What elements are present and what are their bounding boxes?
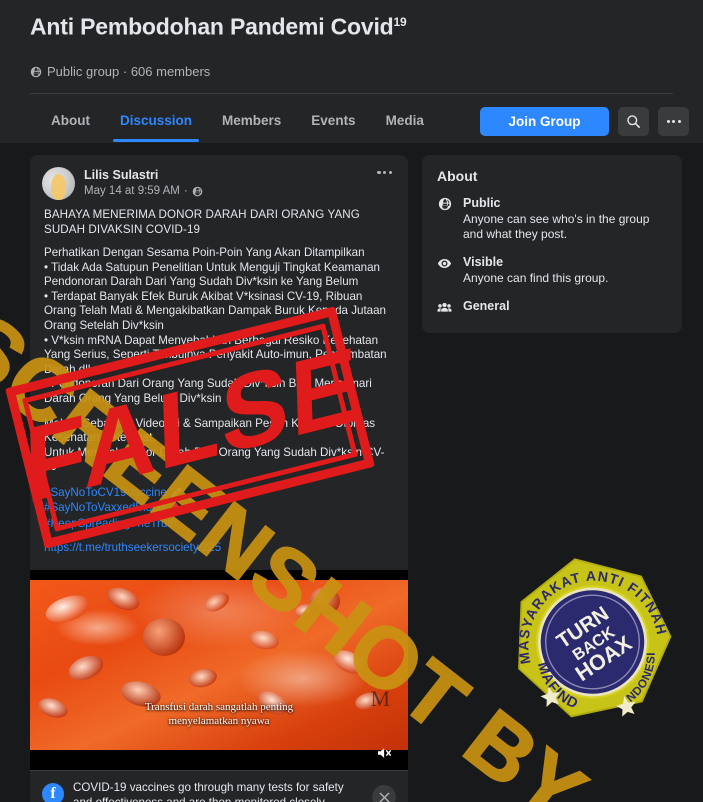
post-timestamp: May 14 at 9:59 AM · [84, 185, 203, 197]
group-meta-text: Public group · 606 members [47, 64, 211, 79]
hashtag-say-no-to-vaxxed-blood[interactable]: #SayNoToVaxxedBlood 🩸 [44, 500, 394, 516]
post-hashtags: #SayNoToCV19Vaccine 💉 #SayNoToVaxxedBloo… [44, 485, 394, 532]
post-external-link[interactable]: https://t.me/truthseekersociety/225 [44, 541, 394, 554]
close-button[interactable] [372, 785, 396, 802]
tab-about[interactable]: About [36, 104, 105, 142]
post-text-primary: Perhatikan Dengan Sesama Poin-Poin Yang … [44, 246, 387, 405]
ellipsis-icon [666, 120, 681, 123]
post-menu-button[interactable] [377, 171, 392, 175]
tab-discussion[interactable]: Discussion [105, 104, 207, 142]
about-public-label: Public [463, 196, 501, 210]
about-row-public: Public Anyone can see who's in the group… [437, 195, 667, 242]
more-options-button[interactable] [658, 107, 689, 136]
eye-icon [437, 256, 452, 271]
post-body: BAHAYA MENERIMA DONOR DARAH DARI ORANG Y… [30, 200, 408, 570]
about-general-block: General [463, 298, 510, 314]
tab-members[interactable]: Members [207, 104, 296, 142]
about-public-block: Public Anyone can see who's in the group… [463, 195, 667, 242]
header-divider [30, 93, 673, 94]
about-visible-desc: Anyone can find this group. [463, 271, 609, 285]
post-header: Lilis Sulastri May 14 at 9:59 AM · [30, 155, 408, 200]
video-thumbnail: Transfusi darah sangatlah penting menyel… [30, 580, 408, 751]
vaccine-info-message: COVID-19 vaccines go through many tests … [73, 781, 344, 802]
globe-icon [437, 197, 452, 211]
tab-media[interactable]: Media [371, 104, 439, 142]
post-card: Lilis Sulastri May 14 at 9:59 AM · BAHAY… [30, 155, 408, 802]
group-header: Anti Pembodohan Pandemi Covid19 Public g… [0, 0, 703, 143]
search-icon [627, 115, 640, 128]
vaccine-info-card: f COVID-19 vaccines go through many test… [30, 770, 408, 802]
people-icon [437, 300, 452, 315]
post-headline: BAHAYA MENERIMA DONOR DARAH DARI ORANG Y… [44, 208, 360, 236]
globe-icon [30, 66, 42, 77]
post-author-name[interactable]: Lilis Sulastri [84, 168, 203, 183]
avatar[interactable] [42, 167, 75, 200]
globe-icon [192, 186, 203, 196]
page-title: Anti Pembodohan Pandemi Covid19 [30, 10, 450, 40]
about-visible-label: Visible [463, 255, 504, 269]
join-group-button[interactable]: Join Group [480, 107, 609, 136]
group-name: Anti Pembodohan Pandemi Covid [30, 13, 394, 40]
about-row-visible: Visible Anyone can find this group. [437, 254, 667, 286]
about-general-label: General [463, 299, 510, 313]
about-title: About [437, 168, 478, 184]
group-tabs: About Discussion Members Events Media [36, 104, 439, 142]
facebook-icon: f [42, 783, 64, 802]
about-public-desc: Anyone can see who's in the group and wh… [463, 212, 650, 241]
post-separator: · [183, 185, 188, 197]
header-actions: Join Group [480, 107, 689, 136]
post-video[interactable]: Transfusi darah sangatlah penting menyel… [30, 570, 408, 771]
video-watermark: M [370, 686, 390, 712]
group-meta: Public group · 606 members [30, 64, 210, 79]
page-content: Lilis Sulastri May 14 at 9:59 AM · BAHAY… [0, 143, 703, 802]
close-icon [379, 792, 389, 802]
about-panel: About Public Anyone can see who's in the… [422, 155, 682, 333]
post-timestamp-text: May 14 at 9:59 AM [84, 185, 180, 197]
vaccine-info-text: COVID-19 vaccines go through many tests … [73, 781, 363, 802]
post-text-secondary: Mohon Sebarkan Video ini & Sampaikan Pes… [44, 416, 385, 474]
tab-events[interactable]: Events [296, 104, 370, 142]
about-visible-block: Visible Anyone can find this group. [463, 254, 608, 286]
facebook-group-page: Anti Pembodohan Pandemi Covid19 Public g… [0, 0, 703, 802]
search-button[interactable] [618, 107, 649, 136]
group-name-superscript: 19 [393, 15, 407, 29]
about-row-general: General [437, 298, 667, 315]
post-author-block: Lilis Sulastri May 14 at 9:59 AM · [84, 167, 203, 197]
hashtag-keep-spreading-the-truth[interactable]: #KeepSpreadingTheTruth [44, 516, 394, 532]
hashtag-say-no-to-cv19-vaccine[interactable]: #SayNoToCV19Vaccine 💉 [44, 485, 394, 501]
speaker-muted-icon[interactable] [376, 746, 394, 760]
video-caption: Transfusi darah sangatlah penting menyel… [144, 701, 294, 728]
